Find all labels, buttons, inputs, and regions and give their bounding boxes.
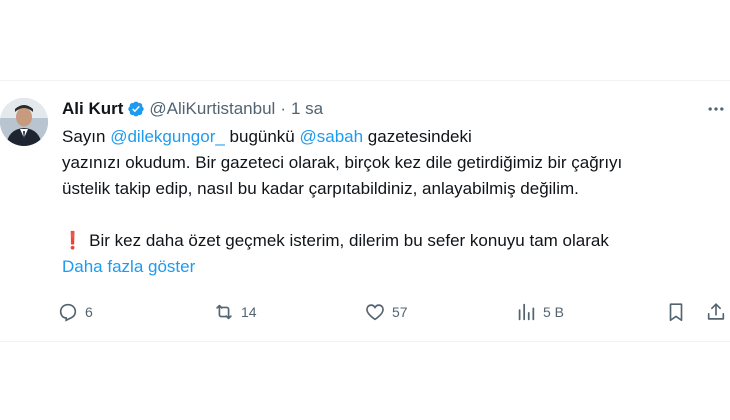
bottom-divider (0, 341, 730, 342)
tweet-line-4: ❗ Bir kez daha özet geçmek isterim, diler… (62, 228, 712, 254)
tweet-text: Sayın @dilekgungor_ bugünkü @sabah gazet… (62, 124, 712, 280)
bookmark-icon (669, 303, 683, 322)
tweet-header: Ali Kurt @AliKurtistanbul · 1 sa (62, 97, 720, 121)
reply-button[interactable]: 6 (57, 297, 93, 327)
views-button[interactable]: 5 B (515, 297, 564, 327)
author-name[interactable]: Ali Kurt (62, 99, 123, 119)
verified-badge-icon (128, 101, 145, 117)
header-separator: · (280, 99, 286, 118)
show-more-link[interactable]: Daha fazla göster (62, 257, 195, 276)
views-count: 5 B (543, 304, 565, 320)
mention-dilekgungor[interactable]: @dilekgungor_ (110, 127, 225, 146)
text-segment: bugünkü (224, 127, 300, 146)
tweet-line-3: üstelik takip edip, nasıl bu kadar çarpı… (62, 179, 579, 198)
share-button[interactable] (705, 297, 727, 327)
text-segment: Sayın (62, 127, 111, 146)
tweet-timestamp[interactable]: 1 sa (291, 99, 323, 119)
bookmark-button[interactable] (665, 297, 687, 327)
repost-button[interactable]: 14 (213, 297, 257, 327)
more-dots-icon (708, 107, 724, 111)
like-count: 57 (392, 304, 408, 320)
avatar-image (0, 98, 48, 146)
text-segment: Bir kez daha özet geçmek isterim, dileri… (89, 231, 609, 250)
repost-count: 14 (241, 304, 257, 320)
like-button[interactable]: 57 (364, 297, 408, 327)
avatar[interactable] (0, 98, 48, 146)
more-options-button[interactable] (704, 97, 728, 121)
share-icon (707, 303, 725, 320)
action-bar: 6 14 57 5 B (55, 297, 730, 327)
text-segment: gazetesindeki (363, 127, 472, 146)
line-spacer (62, 202, 712, 228)
mention-sabah[interactable]: @sabah (300, 127, 364, 146)
heart-icon (366, 304, 384, 321)
tweet-line-2: yazınızı okudum. Bir gazeteci olarak, bi… (62, 153, 623, 172)
reply-count: 6 (85, 304, 93, 320)
views-icon (518, 303, 535, 321)
repost-icon (216, 304, 232, 320)
exclamation-icon: ❗ (62, 231, 84, 250)
tweet-line-1: Sayın @dilekgungor_ bugünkü @sabah gazet… (62, 124, 712, 150)
reply-icon (59, 303, 77, 322)
author-handle[interactable]: @AliKurtistanbul (149, 99, 275, 119)
tweet-card[interactable]: Ali Kurt @AliKurtistanbul · 1 sa Sayın @… (0, 81, 730, 341)
